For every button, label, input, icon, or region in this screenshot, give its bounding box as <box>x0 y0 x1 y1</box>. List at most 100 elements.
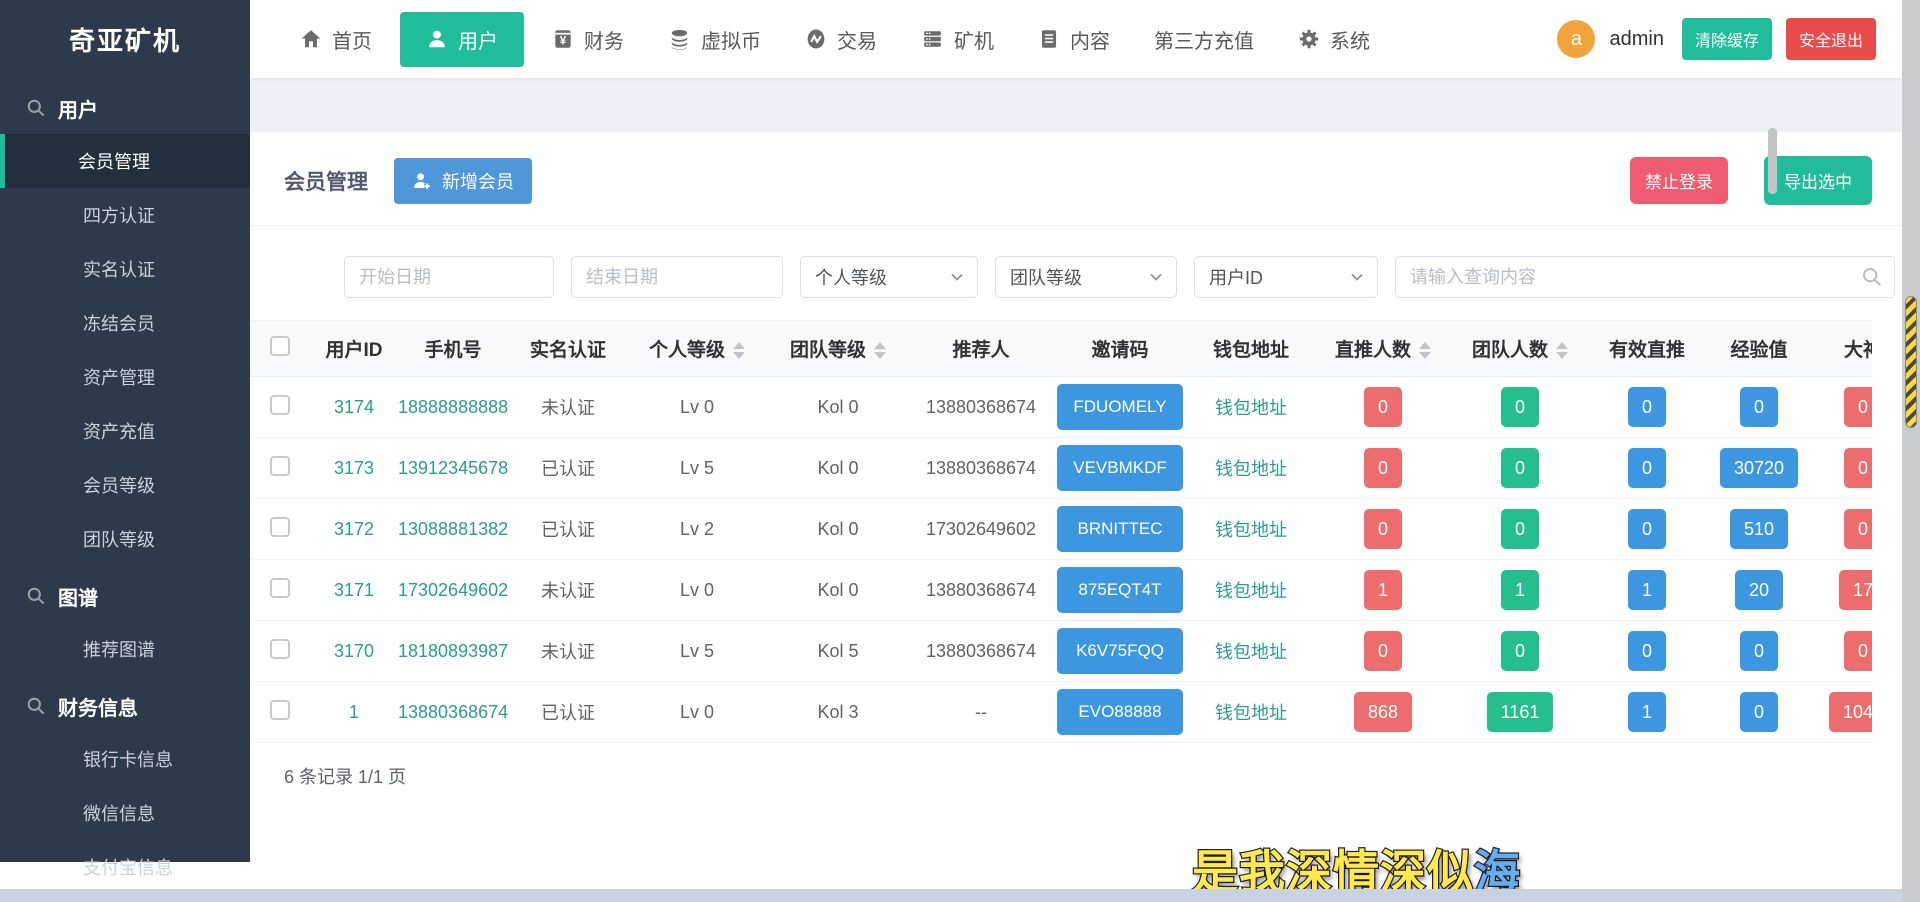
team-level: Kol 0 <box>766 377 910 438</box>
sidebar-section-header: 用户 <box>0 82 250 134</box>
team-count-cell: 0 <box>1501 631 1539 671</box>
nav-item-label: 财务 <box>584 25 624 54</box>
column-header: 经验值 <box>1706 321 1812 377</box>
column-header[interactable]: 个人等级 <box>628 321 766 377</box>
avatar[interactable]: a <box>1557 20 1595 58</box>
nav-item[interactable]: 系统 <box>1282 13 1386 66</box>
row-checkbox[interactable] <box>270 639 290 659</box>
sidebar-item[interactable]: 团队等级 <box>0 512 250 566</box>
nav-item[interactable]: ¥财务 <box>536 13 640 66</box>
sidebar-item[interactable]: 支付宝信息 <box>0 840 250 894</box>
sidebar-item[interactable]: 四方认证 <box>0 188 250 242</box>
row-checkbox[interactable] <box>270 517 290 537</box>
select-all-checkbox[interactable] <box>270 336 290 356</box>
phone-link[interactable]: 13880368674 <box>398 702 508 722</box>
user-id-link[interactable]: 3171 <box>334 580 374 600</box>
column-header-label: 推荐人 <box>952 340 1009 361</box>
user-id-link[interactable]: 3170 <box>334 641 374 661</box>
search-icon[interactable] <box>1861 266 1883 288</box>
phone-link[interactable]: 18888888888 <box>398 397 508 417</box>
invite-code-button[interactable]: EVO88888 <box>1057 689 1183 735</box>
search-input[interactable] <box>1395 256 1895 298</box>
invite-code-button[interactable]: 875EQT4T <box>1057 567 1183 613</box>
wallet-link[interactable]: 钱包地址 <box>1215 398 1287 418</box>
user-id-select[interactable]: 用户ID <box>1194 256 1378 298</box>
chevron-down-icon <box>1349 269 1365 285</box>
add-member-button[interactable]: 新增会员 <box>394 158 532 204</box>
referrer: 17302649602 <box>910 499 1052 560</box>
nav-item[interactable]: 第三方充值 <box>1138 13 1270 66</box>
sidebar-section-label: 财务信息 <box>58 692 138 721</box>
wallet-link[interactable]: 钱包地址 <box>1215 703 1287 723</box>
invite-code-button[interactable]: FDUOMELY <box>1057 384 1183 430</box>
user-id-link[interactable]: 1 <box>349 702 359 722</box>
sidebar-item[interactable]: 资产管理 <box>0 350 250 404</box>
invite-code-button[interactable]: K6V75FQQ <box>1057 628 1183 674</box>
sidebar-item[interactable]: 推荐图谱 <box>0 622 250 676</box>
sidebar-item[interactable]: 资产充值 <box>0 404 250 458</box>
sidebar-section: 图谱推荐图谱 <box>0 570 250 676</box>
phone-link[interactable]: 17302649602 <box>398 580 508 600</box>
panel-scrollbar-thumb[interactable] <box>1768 128 1777 194</box>
column-header[interactable]: 直推人数 <box>1314 321 1452 377</box>
phone-link[interactable]: 13088881382 <box>398 519 508 539</box>
start-date-input[interactable] <box>344 256 554 298</box>
wallet-link[interactable]: 钱包地址 <box>1215 581 1287 601</box>
row-checkbox[interactable] <box>270 395 290 415</box>
sort-carets-icon[interactable] <box>1556 342 1568 359</box>
row-checkbox[interactable] <box>270 456 290 476</box>
column-header[interactable]: 团队人数 <box>1452 321 1588 377</box>
user-id-link[interactable]: 3172 <box>334 519 374 539</box>
nav-item[interactable]: 交易 <box>789 13 893 66</box>
personal-level-select[interactable]: 个人等级 <box>800 256 978 298</box>
sidebar-item[interactable]: 微信信息 <box>0 786 250 840</box>
nav-item[interactable]: 内容 <box>1022 13 1126 66</box>
column-header[interactable]: 团队等级 <box>766 321 910 377</box>
phone-link[interactable]: 18180893987 <box>398 641 508 661</box>
sort-carets-icon[interactable] <box>874 342 886 359</box>
sidebar-item[interactable]: 银行卡信息 <box>0 732 250 786</box>
column-header-label: 团队等级 <box>790 340 866 361</box>
table-row: 317418888888888未认证Lv 0Kol 013880368674FD… <box>250 377 1872 438</box>
logout-button[interactable]: 安全退出 <box>1786 18 1876 60</box>
user-icon <box>426 28 448 50</box>
team-level-select[interactable]: 团队等级 <box>995 256 1177 298</box>
exchange-icon <box>805 28 827 50</box>
user-id-link[interactable]: 3174 <box>334 397 374 417</box>
wallet-link[interactable]: 钱包地址 <box>1215 520 1287 540</box>
username-label: admin <box>1609 28 1663 51</box>
user-id-value: 用户ID <box>1209 264 1263 290</box>
invite-code-button[interactable]: VEVBMKDF <box>1057 445 1183 491</box>
sidebar-item[interactable]: 冻结会员 <box>0 296 250 350</box>
end-date-input[interactable] <box>571 256 783 298</box>
export-selected-button[interactable]: 导出选中 <box>1764 156 1872 205</box>
search-box <box>1395 256 1895 298</box>
sort-carets-icon[interactable] <box>1419 342 1431 359</box>
direct-count-cell: 868 <box>1354 692 1412 732</box>
bottom-edge-bar <box>0 889 1920 902</box>
row-checkbox[interactable] <box>270 700 290 720</box>
nav-item[interactable]: 虚拟币 <box>652 13 777 66</box>
clear-cache-button[interactable]: 清除缓存 <box>1682 18 1772 60</box>
wallet-link[interactable]: 钱包地址 <box>1215 642 1287 662</box>
column-header-label: 大神 <box>1844 340 1872 361</box>
invite-code-button[interactable]: BRNITTEC <box>1057 506 1183 552</box>
wallet-link[interactable]: 钱包地址 <box>1215 459 1287 479</box>
window-scrollbar[interactable] <box>1902 0 1920 902</box>
sidebar-item[interactable]: 会员等级 <box>0 458 250 512</box>
home-icon <box>300 28 322 50</box>
nav-item[interactable]: 用户 <box>400 12 524 67</box>
ban-login-button[interactable]: 禁止登录 <box>1630 157 1728 204</box>
verified-status: 未认证 <box>508 621 628 682</box>
nav-item[interactable]: 矿机 <box>905 13 1010 66</box>
user-id-link[interactable]: 3173 <box>334 458 374 478</box>
personal-level: Lv 5 <box>628 438 766 499</box>
sidebar-item[interactable]: 会员管理 <box>0 134 250 188</box>
nav-item[interactable]: 首页 <box>284 13 388 66</box>
sidebar-item[interactable]: 实名认证 <box>0 242 250 296</box>
sidebar-section-header: 图谱 <box>0 570 250 622</box>
window-scrollbar-thumb[interactable] <box>1905 296 1917 428</box>
row-checkbox[interactable] <box>270 578 290 598</box>
sort-carets-icon[interactable] <box>733 342 745 359</box>
phone-link[interactable]: 13912345678 <box>398 458 508 478</box>
